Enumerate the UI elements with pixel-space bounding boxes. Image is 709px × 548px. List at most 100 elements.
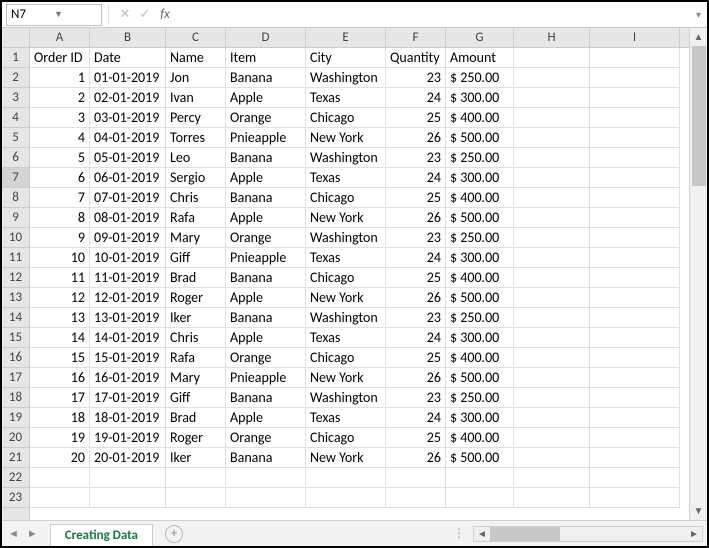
- cell[interactable]: 20: [30, 448, 90, 468]
- row-header[interactable]: 16: [2, 348, 29, 368]
- cell[interactable]: [590, 128, 680, 148]
- cell[interactable]: Jon: [166, 68, 226, 88]
- cell[interactable]: 25: [386, 268, 446, 288]
- cell[interactable]: Banana: [226, 188, 306, 208]
- cell[interactable]: 15-01-2019: [90, 348, 166, 368]
- cell[interactable]: [514, 328, 590, 348]
- row-header[interactable]: 2: [2, 68, 29, 88]
- cell[interactable]: [590, 468, 680, 488]
- cell[interactable]: Chicago: [306, 348, 386, 368]
- cell[interactable]: Washington: [306, 308, 386, 328]
- cell[interactable]: [514, 128, 590, 148]
- cell[interactable]: Texas: [306, 328, 386, 348]
- cell[interactable]: 05-01-2019: [90, 148, 166, 168]
- cell[interactable]: Texas: [306, 248, 386, 268]
- cell[interactable]: Iker: [166, 308, 226, 328]
- cell[interactable]: 19-01-2019: [90, 428, 166, 448]
- cell[interactable]: [590, 328, 680, 348]
- cell[interactable]: $ 300.00: [446, 328, 514, 348]
- cell[interactable]: 13: [30, 308, 90, 328]
- cell[interactable]: [590, 408, 680, 428]
- dots-icon[interactable]: ⋮: [453, 526, 465, 541]
- cell[interactable]: [166, 488, 226, 508]
- cell[interactable]: Iker: [166, 448, 226, 468]
- cell[interactable]: [514, 388, 590, 408]
- row-header[interactable]: 7: [2, 168, 29, 188]
- cell[interactable]: [90, 468, 166, 488]
- cell[interactable]: 24: [386, 248, 446, 268]
- column-header[interactable]: H: [514, 28, 590, 47]
- cell[interactable]: [514, 408, 590, 428]
- row-header[interactable]: 6: [2, 148, 29, 168]
- cell[interactable]: [590, 228, 680, 248]
- sheet-tab[interactable]: Creating Data: [50, 524, 153, 546]
- cell[interactable]: Chicago: [306, 108, 386, 128]
- cell[interactable]: Sergio: [166, 168, 226, 188]
- cell[interactable]: 8: [30, 208, 90, 228]
- cell[interactable]: 23: [386, 148, 446, 168]
- cell[interactable]: $ 500.00: [446, 368, 514, 388]
- cell[interactable]: [446, 488, 514, 508]
- cell[interactable]: 1: [30, 68, 90, 88]
- cell[interactable]: [446, 468, 514, 488]
- cell[interactable]: [590, 488, 680, 508]
- row-header[interactable]: 17: [2, 368, 29, 388]
- scroll-thumb[interactable]: [692, 46, 706, 186]
- scroll-down-icon[interactable]: ▼: [690, 502, 707, 520]
- cell[interactable]: 12-01-2019: [90, 288, 166, 308]
- cell[interactable]: [590, 288, 680, 308]
- row-header[interactable]: 14: [2, 308, 29, 328]
- cell[interactable]: [514, 308, 590, 328]
- cell[interactable]: Chris: [166, 188, 226, 208]
- cell[interactable]: [514, 468, 590, 488]
- cell[interactable]: [590, 48, 680, 68]
- expand-icon[interactable]: ▾: [690, 8, 707, 21]
- cell[interactable]: 10-01-2019: [90, 248, 166, 268]
- cell[interactable]: 4: [30, 128, 90, 148]
- cell[interactable]: Brad: [166, 268, 226, 288]
- cell[interactable]: 14-01-2019: [90, 328, 166, 348]
- cell[interactable]: Apple: [226, 208, 306, 228]
- cell[interactable]: Roger: [166, 288, 226, 308]
- cell[interactable]: [514, 68, 590, 88]
- cell[interactable]: 13-01-2019: [90, 308, 166, 328]
- cell[interactable]: $ 500.00: [446, 128, 514, 148]
- cell[interactable]: Washington: [306, 68, 386, 88]
- row-header[interactable]: 21: [2, 448, 29, 468]
- cell[interactable]: 11-01-2019: [90, 268, 166, 288]
- scroll-left-icon[interactable]: ◄: [474, 527, 490, 540]
- cell[interactable]: [306, 468, 386, 488]
- cell[interactable]: Orange: [226, 108, 306, 128]
- cell[interactable]: 26: [386, 368, 446, 388]
- cell[interactable]: Banana: [226, 148, 306, 168]
- cell[interactable]: 09-01-2019: [90, 228, 166, 248]
- column-header[interactable]: E: [306, 28, 386, 47]
- cell[interactable]: Apple: [226, 88, 306, 108]
- cell[interactable]: $ 400.00: [446, 348, 514, 368]
- cell[interactable]: 17-01-2019: [90, 388, 166, 408]
- cell[interactable]: 02-01-2019: [90, 88, 166, 108]
- cell[interactable]: 10: [30, 248, 90, 268]
- cell[interactable]: 03-01-2019: [90, 108, 166, 128]
- scroll-right-icon[interactable]: ►: [686, 527, 702, 540]
- cell[interactable]: Giff: [166, 388, 226, 408]
- cell[interactable]: Quantity: [386, 48, 446, 68]
- cell[interactable]: 3: [30, 108, 90, 128]
- cell[interactable]: $ 400.00: [446, 108, 514, 128]
- cell[interactable]: Apple: [226, 288, 306, 308]
- add-sheet-button[interactable]: +: [165, 525, 183, 543]
- cell[interactable]: Banana: [226, 68, 306, 88]
- cell[interactable]: 25: [386, 108, 446, 128]
- row-header[interactable]: 5: [2, 128, 29, 148]
- cell[interactable]: 2: [30, 88, 90, 108]
- cell[interactable]: [590, 268, 680, 288]
- cell[interactable]: [590, 308, 680, 328]
- cell[interactable]: Giff: [166, 248, 226, 268]
- cell[interactable]: $ 300.00: [446, 88, 514, 108]
- cell[interactable]: 06-01-2019: [90, 168, 166, 188]
- cells-area[interactable]: Order IDDateNameItemCityQuantityAmount10…: [30, 48, 689, 520]
- select-all-corner[interactable]: [2, 28, 30, 48]
- column-header[interactable]: F: [386, 28, 446, 47]
- cell[interactable]: 19: [30, 428, 90, 448]
- cell[interactable]: [514, 48, 590, 68]
